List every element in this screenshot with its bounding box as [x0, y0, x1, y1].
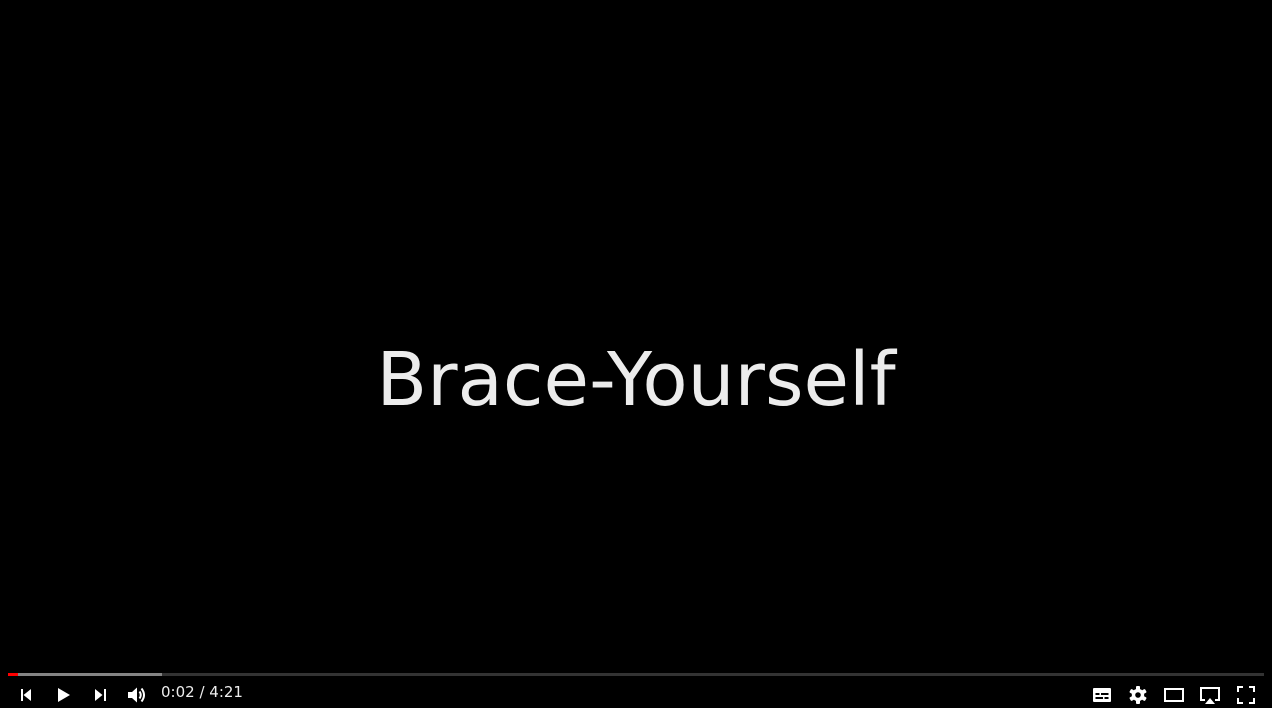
- cast-button[interactable]: [1192, 677, 1228, 708]
- current-time: 0:02: [161, 683, 195, 701]
- time-display: 0:02 / 4:21: [161, 682, 243, 702]
- control-bar: 0:02 / 4:21: [0, 676, 1272, 708]
- duration: 4:21: [209, 683, 243, 701]
- next-button[interactable]: [83, 677, 119, 708]
- fullscreen-icon: [1237, 686, 1255, 704]
- cast-icon: [1200, 687, 1220, 704]
- settings-button[interactable]: [1120, 677, 1156, 708]
- subtitles-button[interactable]: [1084, 677, 1120, 708]
- play-button[interactable]: [45, 677, 81, 708]
- video-frame[interactable]: Brace-Yourself: [0, 0, 1272, 708]
- video-frame-text: Brace-Yourself: [376, 337, 896, 423]
- theater-mode-button[interactable]: [1156, 677, 1192, 708]
- play-icon: [58, 688, 70, 702]
- gear-icon: [1129, 686, 1147, 704]
- subtitles-icon: [1093, 688, 1111, 702]
- volume-button[interactable]: [119, 677, 155, 708]
- previous-button[interactable]: [8, 677, 44, 708]
- next-icon: [95, 689, 106, 701]
- video-player[interactable]: Brace-Yourself 0:02 / 4:21: [0, 0, 1272, 708]
- previous-icon: [21, 689, 31, 701]
- fullscreen-button[interactable]: [1228, 677, 1264, 708]
- theater-mode-icon: [1164, 688, 1184, 702]
- volume-icon: [128, 687, 145, 703]
- time-separator: /: [194, 683, 210, 701]
